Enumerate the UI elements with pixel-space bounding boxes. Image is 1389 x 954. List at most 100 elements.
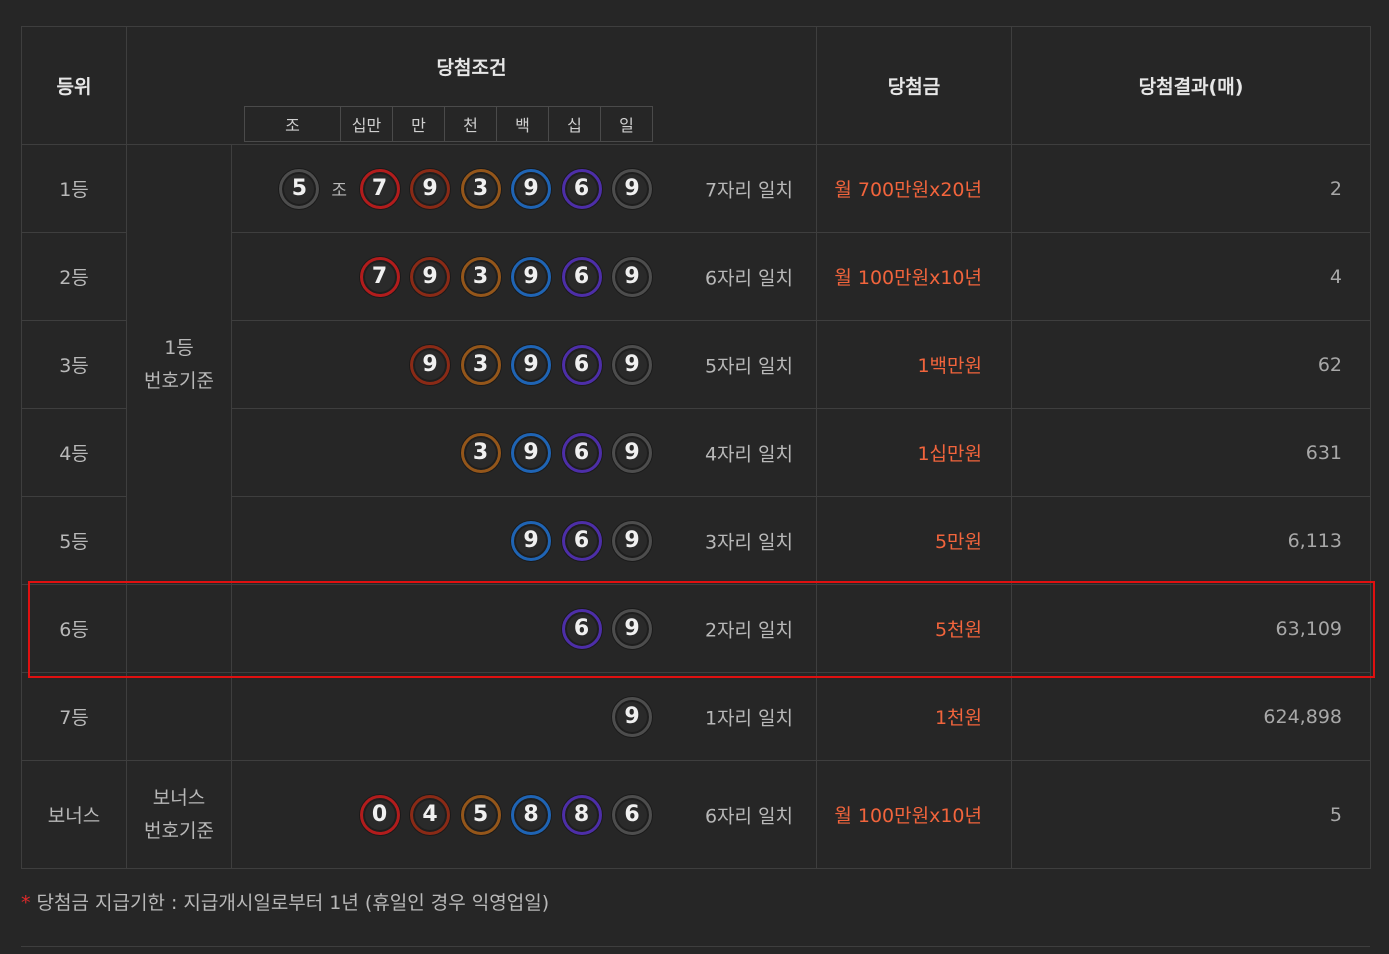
balls-cell: 9 6 9 3자리 일치	[231, 496, 817, 585]
header-condition: 당첨조건 조 십만 만 천 백 십 일	[126, 26, 817, 145]
digit-label-il: 일	[600, 107, 652, 141]
match-text: 7자리 일치	[704, 179, 793, 201]
prize-cell: 1십만원	[816, 408, 1012, 497]
basis-cell-empty	[126, 584, 232, 673]
number-ball: 6	[561, 256, 602, 297]
prize-cell: 5만원	[816, 496, 1012, 585]
number-ball: 9	[612, 168, 652, 209]
digit-label-sip: 십	[548, 107, 600, 141]
number-ball: 4	[410, 794, 450, 835]
header-result: 당첨결과(매)	[1011, 26, 1371, 145]
rank-cell: 3등	[21, 320, 127, 409]
number-ball: 5	[460, 794, 501, 835]
rank-cell: 7등	[21, 672, 127, 761]
prize-cell: 5천원	[816, 584, 1012, 673]
basis-main-line2: 번호기준	[144, 369, 214, 392]
prize-cell: 월 100만원x10년	[816, 232, 1012, 321]
jo-label: 조	[331, 181, 347, 201]
match-text: 2자리 일치	[704, 619, 793, 641]
number-ball: 0	[359, 794, 400, 835]
ball-group: 9 1자리 일치	[232, 696, 816, 737]
number-ball: 9	[410, 256, 450, 297]
number-ball: 7	[359, 256, 400, 297]
match-text: 3자리 일치	[704, 531, 793, 553]
digit-label-man: 만	[392, 107, 444, 141]
table-row: 1등 1등 번호기준 5 조 7 9 3 9 6 9 7자리 일치 월 700만…	[21, 144, 1371, 585]
match-text: 6자리 일치	[704, 805, 793, 827]
number-ball: 9	[410, 344, 450, 385]
number-ball: 9	[612, 608, 652, 649]
number-ball: 6	[561, 520, 602, 561]
number-ball: 6	[561, 432, 602, 473]
balls-cell: 9 1자리 일치	[231, 672, 817, 761]
rank-cell: 4등	[21, 408, 127, 497]
number-ball: 9	[410, 168, 450, 209]
match-text: 4자리 일치	[704, 443, 793, 465]
prize-results-table: 등위 당첨조건 조 십만 만 천 백 십 일 당첨금 당첨결과(매) 1등 1등…	[21, 26, 1371, 869]
number-ball: 3	[460, 256, 501, 297]
number-ball: 9	[612, 520, 652, 561]
digit-label-jo: 조	[285, 116, 300, 135]
rank-cell: 5등	[21, 496, 127, 585]
ball-group: 9 3 9 6 9 5자리 일치	[232, 344, 816, 385]
balls-cell: 7 9 3 9 6 9 6자리 일치	[231, 232, 817, 321]
basis-cell-bonus: 보너스 번호기준	[126, 760, 232, 869]
basis-cell-main: 1등 번호기준	[126, 144, 232, 585]
header-rank: 등위	[21, 26, 127, 145]
digit-label-sipman: 십만	[340, 107, 392, 141]
ball-group: 0 4 5 8 8 6 6자리 일치	[232, 794, 816, 835]
balls-cell: 9 3 9 6 9 5자리 일치	[231, 320, 817, 409]
basis-main-line1: 1등	[164, 336, 194, 359]
match-text: 5자리 일치	[704, 355, 793, 377]
balls-cell: 3 9 6 9 4자리 일치	[231, 408, 817, 497]
basis-bonus-line2: 번호기준	[144, 819, 214, 842]
table-row: 6등 6 9 2자리 일치 5천원 63,109	[21, 584, 1371, 673]
number-ball: 9	[511, 520, 551, 561]
number-ball: 9	[511, 256, 551, 297]
count-cell: 5	[1011, 760, 1371, 869]
number-ball: 3	[460, 432, 501, 473]
number-ball: 6	[612, 794, 652, 835]
ball-group: 9 6 9 3자리 일치	[232, 520, 816, 561]
basis-cell-empty	[126, 672, 232, 761]
count-cell: 62	[1011, 320, 1371, 409]
number-ball: 3	[460, 168, 501, 209]
number-ball: 5	[279, 168, 320, 209]
balls-cell: 0 4 5 8 8 6 6자리 일치	[231, 760, 817, 869]
number-ball: 9	[511, 432, 551, 473]
number-ball: 9	[612, 256, 652, 297]
digit-label-baek: 백	[496, 107, 548, 141]
count-cell: 2	[1011, 144, 1371, 233]
number-ball: 8	[561, 794, 602, 835]
table-row-bonus: 보너스 보너스 번호기준 0 4 5 8 8 6 6자리 일치 월 100만원x…	[21, 760, 1371, 869]
ball-group: 6 9 2자리 일치	[232, 608, 816, 649]
number-ball: 9	[612, 696, 652, 737]
prize-cell: 월 100만원x10년	[816, 760, 1012, 869]
count-cell: 631	[1011, 408, 1371, 497]
match-text: 6자리 일치	[704, 267, 793, 289]
number-ball: 9	[612, 432, 652, 473]
ball-group: 5 조 7 9 3 9 6 9 7자리 일치	[232, 168, 816, 209]
number-ball: 9	[612, 344, 652, 385]
count-cell: 624,898	[1011, 672, 1371, 761]
number-ball: 9	[511, 168, 551, 209]
digit-label-cheon: 천	[444, 107, 496, 141]
rank-cell: 1등	[21, 144, 127, 233]
rank-cell: 2등	[21, 232, 127, 321]
match-text: 1자리 일치	[704, 707, 793, 729]
basis-bonus-line1: 보너스	[152, 786, 206, 809]
number-ball: 8	[511, 794, 551, 835]
number-ball: 7	[359, 168, 400, 209]
header-condition-title: 당첨조건	[436, 57, 507, 79]
number-ball: 3	[460, 344, 501, 385]
count-cell: 6,113	[1011, 496, 1371, 585]
count-cell: 63,109	[1011, 584, 1371, 673]
digit-position-labels: 조 십만 만 천 백 십 일	[244, 106, 653, 142]
note-asterisk: *	[21, 892, 31, 914]
balls-cell: 5 조 7 9 3 9 6 9 7자리 일치	[231, 144, 817, 233]
ball-group: 7 9 3 9 6 9 6자리 일치	[232, 256, 816, 297]
number-ball: 6	[561, 344, 602, 385]
note-text: 당첨금 지급기한 : 지급개시일로부터 1년 (휴일인 경우 익영업일)	[30, 892, 550, 914]
prize-cell: 월 700만원x20년	[816, 144, 1012, 233]
number-ball: 6	[561, 168, 602, 209]
